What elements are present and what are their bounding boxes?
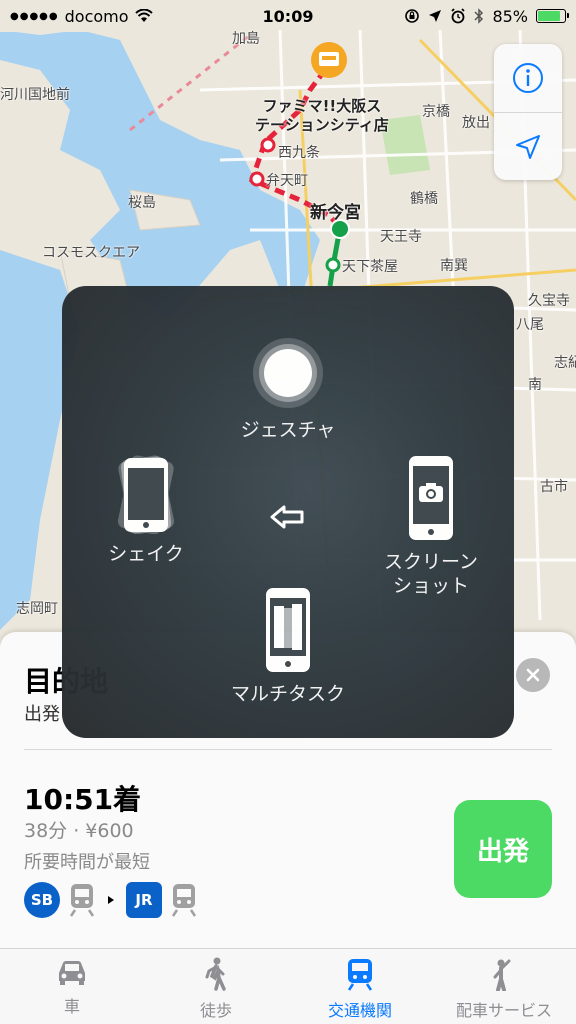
shake-icon <box>117 455 175 534</box>
map-label: 久宝寺 <box>528 293 570 309</box>
multitask-icon <box>266 588 310 672</box>
location-services-icon <box>429 10 442 22</box>
tab-drive[interactable]: 車 <box>0 949 144 1024</box>
map-label: 河川国地前 <box>0 87 70 103</box>
wifi-icon <box>134 9 153 22</box>
map-label: コスモスクエア <box>42 245 140 261</box>
arrow-right-icon <box>108 896 114 904</box>
signal-icon: ●●●●● <box>10 10 59 22</box>
go-button[interactable]: 出発 <box>454 800 552 898</box>
station-label: 西九条 <box>278 145 320 161</box>
status-bar: ●●●●● docomo 10:09 85% <box>0 0 576 32</box>
map-label: 鶴橋 <box>410 191 438 207</box>
line-badge-sb: SB <box>24 882 60 918</box>
close-button[interactable] <box>516 658 550 692</box>
route-lines: SB JR <box>24 882 198 918</box>
line-badge-jr: JR <box>126 882 162 918</box>
train-icon <box>347 959 373 991</box>
screenshot-label: スクリーン ショット <box>383 551 479 597</box>
train-icon <box>69 884 95 917</box>
map-label: 南 <box>528 377 542 393</box>
map-label: 志岡町 <box>16 601 58 617</box>
tab-label: 車 <box>63 997 80 1016</box>
tab-label: 交通機関 <box>327 1001 392 1020</box>
current-location-button[interactable] <box>494 112 562 180</box>
map-label: 京橋 <box>422 104 450 120</box>
tab-walk[interactable]: 徒歩 <box>144 949 288 1024</box>
gesture-icon <box>253 338 323 408</box>
alarm-icon <box>451 8 466 24</box>
screenshot-button[interactable]: スクリーン ショット <box>356 454 506 598</box>
gesture-label: ジェスチャ <box>240 419 336 441</box>
multitask-label: マルチタスク <box>230 683 345 705</box>
tab-bar: 車 徒歩 交通機関 配車サービス <box>0 948 576 1024</box>
car-icon <box>59 961 85 985</box>
gesture-button[interactable]: ジェスチャ <box>208 336 368 442</box>
map-label: 南巽 <box>440 258 468 274</box>
train-icon <box>171 884 197 917</box>
info-button[interactable] <box>494 44 562 112</box>
poi-label[interactable]: ファミマ!!大阪ス テーションシティ店 <box>255 97 389 135</box>
station-label: 天下茶屋 <box>342 259 398 275</box>
duration-fare: 38分 · ¥600 <box>24 820 134 842</box>
bluetooth-icon <box>474 8 484 24</box>
arrival-time: 10:51着 <box>24 783 142 816</box>
assistive-touch-menu: ジェスチャ シェイク スクリーン ショット マルチタスク <box>62 286 514 738</box>
back-button[interactable] <box>260 502 316 532</box>
map-label: 桜島 <box>128 195 156 211</box>
map-label: 天王寺 <box>380 229 422 245</box>
battery-percent: 85% <box>492 6 528 26</box>
carrier-label: docomo <box>64 6 129 26</box>
map-label: 古市 <box>540 479 568 495</box>
map-label: 八尾 <box>516 317 544 333</box>
shake-label: シェイク <box>108 543 184 565</box>
route-note: 所要時間が最短 <box>24 852 150 873</box>
rotation-lock-icon <box>405 9 420 23</box>
multitask-button[interactable]: マルチタスク <box>208 586 368 706</box>
map-label: 志紀 <box>554 355 576 371</box>
screenshot-icon <box>409 456 453 540</box>
station-label: 弁天町 <box>266 173 308 189</box>
info-icon <box>513 63 543 93</box>
clock: 10:09 <box>262 6 314 26</box>
back-arrow-icon <box>270 505 304 529</box>
map-label: 放出 <box>462 115 490 131</box>
hail-icon <box>493 959 511 991</box>
close-icon <box>526 668 540 682</box>
walk-icon <box>205 957 226 991</box>
tab-label: 徒歩 <box>199 1001 232 1020</box>
tab-transit[interactable]: 交通機関 <box>288 949 432 1024</box>
location-arrow-icon <box>516 134 540 159</box>
map-controls <box>494 44 562 180</box>
station-label: 新今宮 <box>310 203 361 223</box>
tab-ride[interactable]: 配車サービス <box>432 949 576 1024</box>
shake-button[interactable]: シェイク <box>74 454 218 566</box>
divider <box>24 749 552 750</box>
battery-icon <box>536 9 569 23</box>
tab-label: 配車サービス <box>455 1001 552 1020</box>
destination-subtitle: 出発 <box>24 704 60 725</box>
